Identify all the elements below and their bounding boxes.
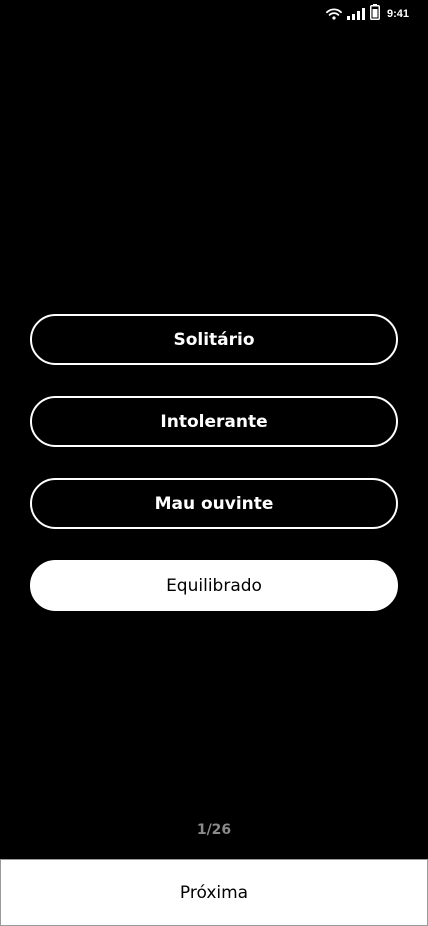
- status-time: 9:41: [386, 8, 409, 20]
- wifi-icon: [326, 5, 342, 24]
- progress-counter: 1/26: [196, 822, 232, 838]
- battery-icon: [369, 4, 380, 24]
- option-button-equilibrado[interactable]: Equilibrado: [30, 560, 398, 611]
- status-icons: 9:41: [326, 4, 409, 24]
- option-button-solitario[interactable]: Solitário: [30, 314, 398, 365]
- option-button-mau-ouvinte[interactable]: Mau ouvinte: [30, 478, 398, 529]
- next-button-label: Próxima: [179, 882, 249, 903]
- next-button[interactable]: Próxima: [0, 859, 428, 926]
- signal-icon: [346, 5, 365, 24]
- status-bar: 9:41: [0, 0, 428, 28]
- option-button-intolerante[interactable]: Intolerante: [30, 396, 398, 447]
